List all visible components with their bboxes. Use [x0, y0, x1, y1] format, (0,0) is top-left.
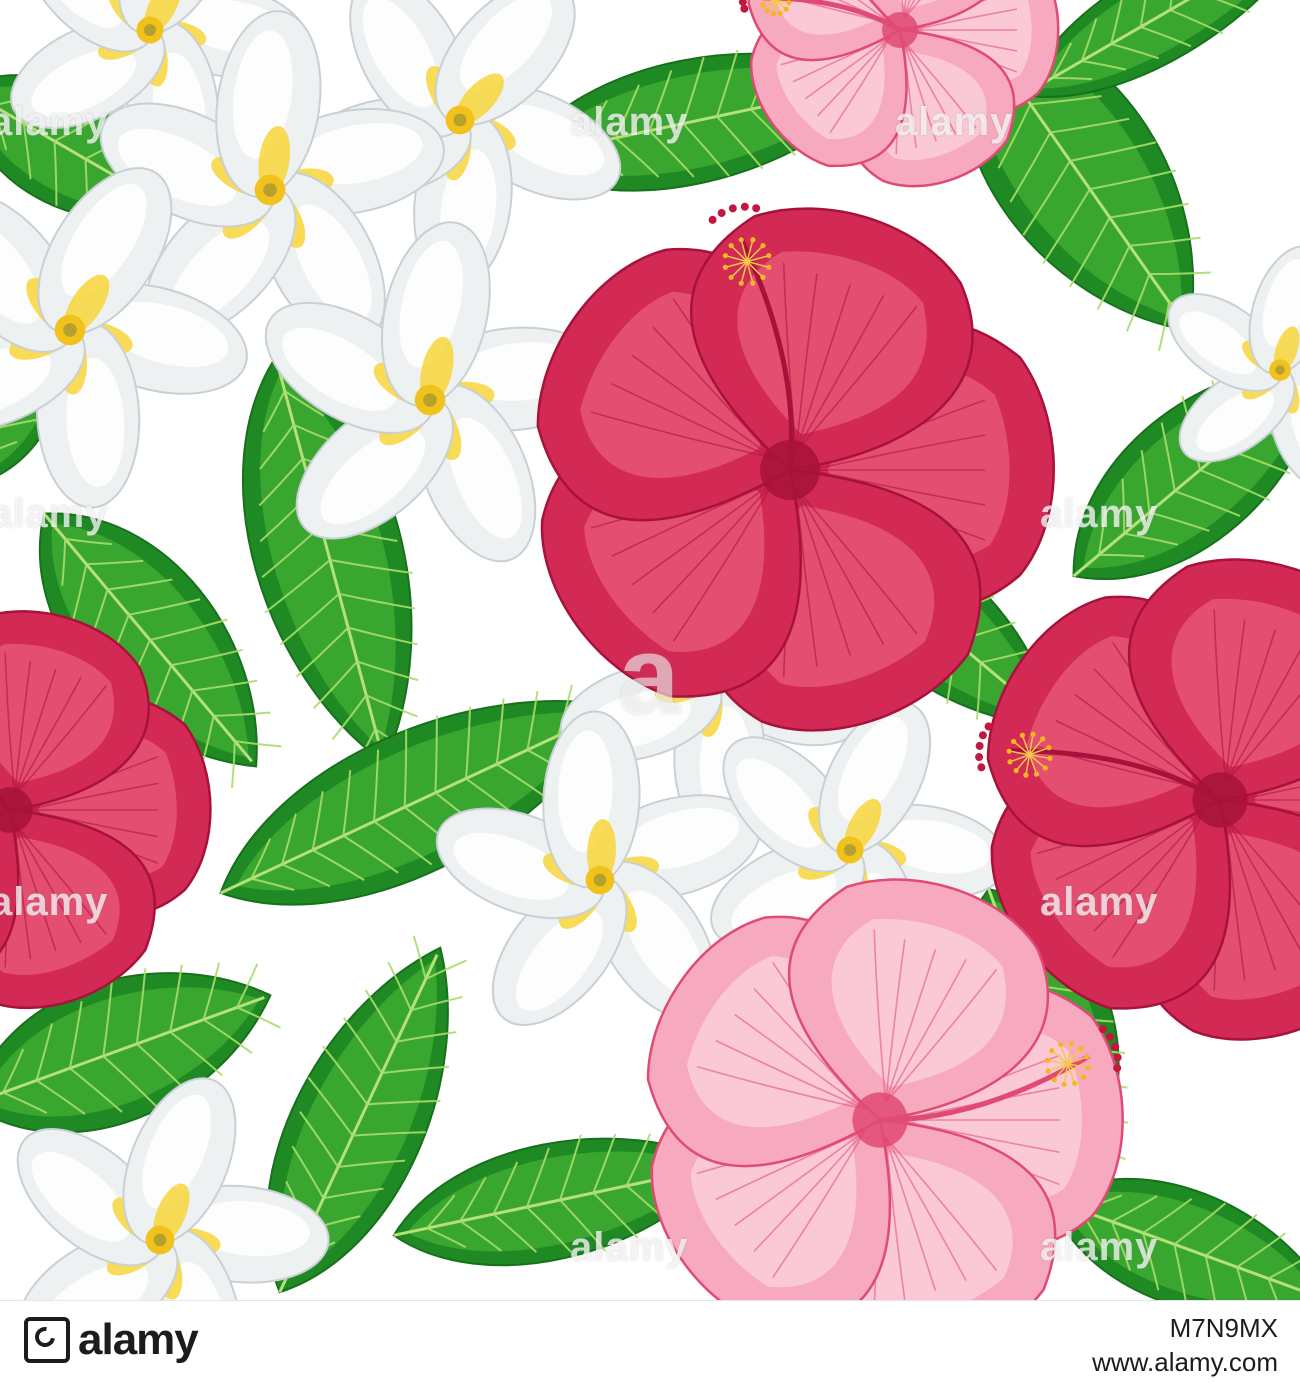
- pattern-image: alamy alamy alamy alamy alamy alamy alam…: [0, 0, 1300, 1300]
- alamy-logo[interactable]: alamy: [24, 1315, 198, 1365]
- tropical-flower-pattern: [0, 0, 1300, 1300]
- logo-text: alamy: [78, 1315, 198, 1365]
- site-url[interactable]: www.alamy.com: [1092, 1345, 1278, 1379]
- image-id: M7N9MX: [1092, 1311, 1278, 1345]
- footer-bar: alamy M7N9MX www.alamy.com: [0, 1300, 1300, 1391]
- alamy-logo-icon: [24, 1317, 70, 1363]
- image-info: M7N9MX www.alamy.com: [1092, 1311, 1278, 1379]
